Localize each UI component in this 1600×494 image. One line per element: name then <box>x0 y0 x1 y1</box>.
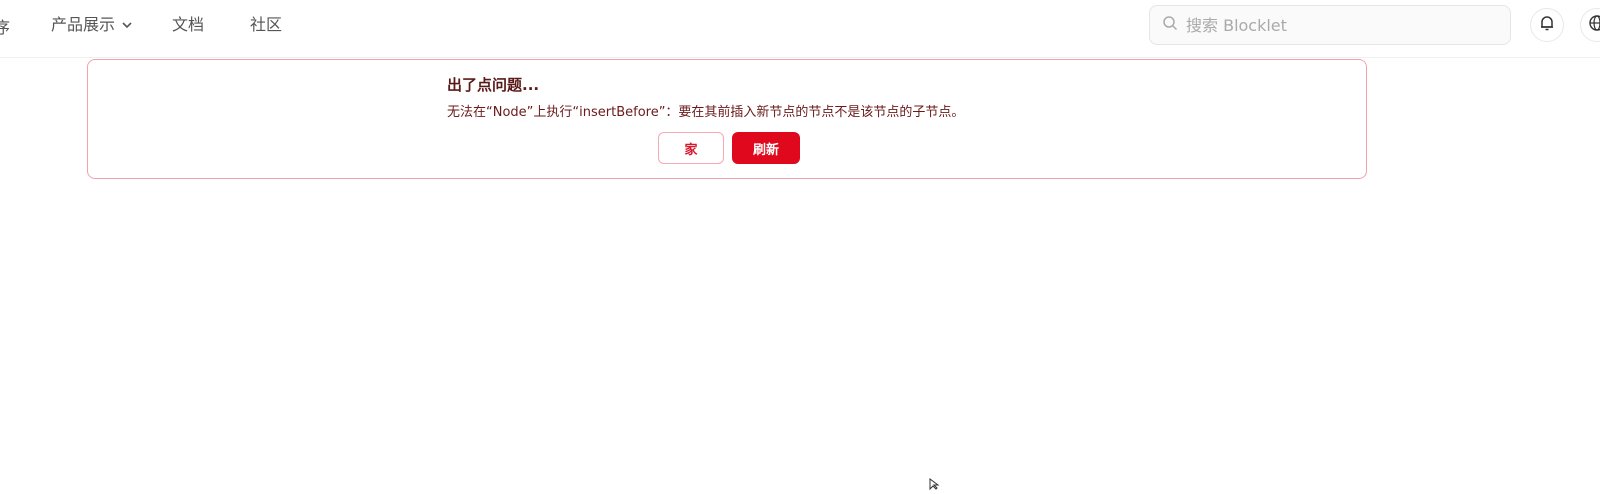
chevron-down-icon <box>121 19 133 31</box>
search-input[interactable] <box>1186 15 1486 35</box>
home-button[interactable]: 家 <box>658 132 724 164</box>
globe-icon <box>1588 14 1600 36</box>
mouse-cursor-icon <box>929 475 941 494</box>
nav-item-community-label: 社区 <box>250 15 283 34</box>
nav-item-docs[interactable]: 文档 <box>172 14 204 36</box>
site-header: 序 产品展示 文档 社区 <box>0 0 1600 58</box>
error-content: 出了点问题... 无法在“Node”上执行“insertBefore”：要在其前… <box>447 74 964 122</box>
bell-icon <box>1538 14 1556 36</box>
nav-item-products[interactable]: 产品展示 <box>51 14 133 36</box>
nav-item-docs-label: 文档 <box>172 15 205 34</box>
language-button[interactable] <box>1580 8 1600 42</box>
notification-button[interactable] <box>1530 8 1564 42</box>
error-title: 出了点问题... <box>447 76 540 94</box>
search-icon <box>1162 15 1178 35</box>
nav-item-products-label: 产品展示 <box>51 15 116 34</box>
nav-item-community[interactable]: 社区 <box>250 14 282 36</box>
nav-item-cut-off[interactable]: 序 <box>0 14 10 38</box>
error-card: 出了点问题... 无法在“Node”上执行“insertBefore”：要在其前… <box>87 59 1367 179</box>
error-message: 无法在“Node”上执行“insertBefore”：要在其前插入新节点的节点不… <box>447 105 965 120</box>
error-actions: 家 刷新 <box>658 132 800 164</box>
refresh-button[interactable]: 刷新 <box>732 132 800 164</box>
search-box[interactable] <box>1149 5 1511 45</box>
